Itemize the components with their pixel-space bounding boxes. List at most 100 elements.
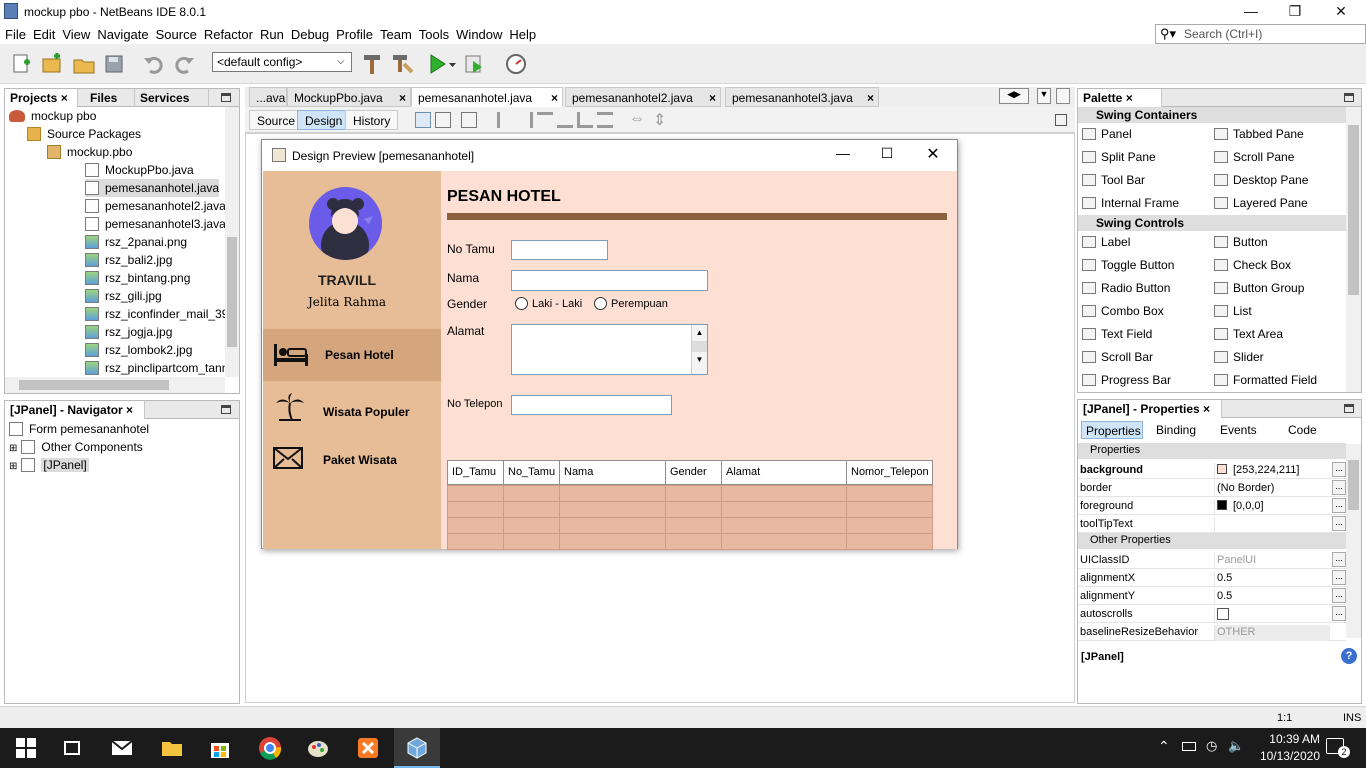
table-cell[interactable]	[447, 501, 504, 518]
tab-palette[interactable]: Palette ×	[1078, 89, 1162, 107]
connection-mode-icon[interactable]	[435, 112, 451, 128]
palette-desktop-pane-item[interactable]: Desktop Pane	[1214, 173, 1308, 187]
table-cell[interactable]	[665, 533, 722, 550]
table-cell[interactable]	[447, 485, 504, 502]
search-box[interactable]: ⚲▾ Search (Ctrl+I)	[1155, 24, 1366, 44]
tree-item[interactable]: pemesananhotel2.java	[85, 197, 226, 215]
editor-tab-active[interactable]: pemesananhotel.java ×	[411, 87, 563, 107]
expand-editor-icon[interactable]	[1055, 114, 1067, 126]
align-center-icon[interactable]	[537, 112, 553, 128]
editor-tab[interactable]: pemesananhotel2.java ×	[565, 87, 721, 107]
palette-scroll-bar-item[interactable]: Scroll Bar	[1082, 350, 1153, 364]
preview-design-icon[interactable]	[461, 112, 477, 128]
table-cell[interactable]	[447, 517, 504, 534]
source-view-button[interactable]: Source	[249, 110, 304, 130]
resize-horizontal-icon[interactable]: ⇔	[629, 110, 645, 128]
table-cell[interactable]	[665, 485, 722, 502]
battery-icon[interactable]	[1182, 742, 1196, 751]
tree-item[interactable]: rsz_lombok2.jpg	[85, 341, 192, 359]
menu-debug[interactable]: Debug	[291, 24, 329, 42]
align-right-icon[interactable]	[517, 112, 533, 128]
table-cell[interactable]	[846, 517, 933, 534]
column-header[interactable]: Gender	[665, 460, 722, 485]
property-value[interactable]	[1214, 607, 1330, 623]
minimize-panel-icon[interactable]	[1344, 93, 1354, 102]
property-value[interactable]: (No Border)	[1214, 481, 1330, 497]
expand-icon[interactable]: ⊞	[9, 461, 17, 472]
table-cell[interactable]	[447, 533, 504, 550]
menu-paket-wisata[interactable]: Paket Wisata	[263, 435, 441, 487]
property-value[interactable]: 0.5	[1214, 589, 1330, 605]
menu-view[interactable]: View	[62, 24, 90, 42]
binding-tab[interactable]: Binding	[1156, 423, 1196, 437]
palette-scrollbar[interactable]	[1346, 107, 1361, 392]
tab-projects[interactable]: Projects ×	[5, 89, 78, 107]
property-value[interactable]: [0,0,0]	[1214, 499, 1330, 515]
palette-internal-frame-item[interactable]: Internal Frame	[1082, 196, 1179, 210]
palette-button-item[interactable]: Button	[1214, 235, 1268, 249]
windows-start-icon[interactable]	[14, 736, 38, 760]
editor-tab[interactable]: pemesananhotel3.java ×	[725, 87, 879, 107]
column-header[interactable]: No_Tamu	[503, 460, 560, 485]
tab-properties-window[interactable]: [JPanel] - Properties ×	[1078, 400, 1222, 418]
tab-navigator[interactable]: [JPanel] - Navigator ×	[5, 401, 145, 419]
palette-toggle-button-item[interactable]: Toggle Button	[1082, 258, 1174, 272]
redo-icon[interactable]	[172, 52, 196, 76]
table-cell[interactable]	[846, 485, 933, 502]
property-editor-button[interactable]: ...	[1332, 606, 1346, 621]
close-button[interactable]: ✕	[1318, 0, 1364, 24]
menu-file[interactable]: File	[5, 24, 26, 42]
new-project-icon[interactable]	[40, 52, 64, 76]
close-icon[interactable]: ×	[867, 91, 874, 105]
menu-run[interactable]: Run	[260, 24, 284, 42]
minimize-panel-icon[interactable]	[221, 93, 231, 102]
close-icon[interactable]: ×	[61, 91, 68, 105]
editor-tab[interactable]: ...ava	[249, 87, 287, 107]
palette-progress-bar-item[interactable]: Progress Bar	[1082, 373, 1171, 387]
wifi-icon[interactable]: ◷	[1206, 738, 1217, 754]
align-top-icon[interactable]	[557, 112, 573, 128]
radio-laki-laki[interactable]	[515, 297, 528, 310]
scroll-tabs-left-icon[interactable]: ◀▶	[999, 88, 1029, 104]
property-editor-button[interactable]: ...	[1332, 552, 1346, 567]
column-header[interactable]: Alamat	[721, 460, 847, 485]
property-row[interactable]: toolTipText...	[1078, 515, 1346, 533]
mail-app-icon[interactable]	[110, 736, 134, 760]
menu-pesan-hotel[interactable]: Pesan Hotel	[263, 329, 441, 381]
close-icon[interactable]: ×	[1203, 402, 1210, 416]
property-row[interactable]: baselineResizeBehavior OTHER	[1078, 623, 1346, 641]
volume-icon[interactable]: 🔈	[1228, 738, 1244, 754]
property-editor-button[interactable]: ...	[1332, 570, 1346, 585]
telepon-input[interactable]	[511, 395, 672, 415]
palette-list-item[interactable]: List	[1214, 304, 1252, 318]
tree-item[interactable]: rsz_iconfinder_mail_3936	[85, 305, 225, 323]
menu-help[interactable]: Help	[509, 24, 536, 42]
tree-item[interactable]: rsz_pinclipartcom_tannin	[85, 359, 225, 377]
tree-item[interactable]: mockup.pbo	[47, 143, 132, 161]
table-cell[interactable]	[846, 501, 933, 518]
palette-combo-box-item[interactable]: Combo Box	[1082, 304, 1164, 318]
show-opened-documents-icon[interactable]: ▼	[1037, 88, 1051, 104]
editor-tab[interactable]: MockupPbo.java ×	[287, 87, 411, 107]
section-swing-controls[interactable]: Swing Controls	[1078, 215, 1346, 231]
column-header[interactable]: ID_Tamu	[447, 460, 504, 485]
property-row[interactable]: UIClassID PanelUI...	[1078, 551, 1346, 569]
palette-panel-item[interactable]: Panel	[1082, 127, 1132, 141]
minimize-button[interactable]: —	[1228, 0, 1274, 24]
save-all-icon[interactable]	[102, 52, 126, 76]
tab-services[interactable]: Services	[135, 89, 209, 107]
property-row[interactable]: border (No Border)...	[1078, 479, 1346, 497]
preview-minimize-button[interactable]: —	[828, 145, 858, 161]
task-view-icon[interactable]	[60, 736, 84, 760]
selection-mode-icon[interactable]	[415, 112, 431, 128]
table-cell[interactable]	[721, 517, 847, 534]
table-cell[interactable]	[503, 501, 560, 518]
section-properties[interactable]: Properties	[1078, 443, 1346, 459]
tray-chevron-icon[interactable]: ⌃	[1158, 738, 1170, 755]
profile-icon[interactable]	[504, 52, 528, 76]
menu-refactor[interactable]: Refactor	[204, 24, 253, 42]
tree-item[interactable]: ⊞ Other Components	[9, 438, 143, 456]
tab-files[interactable]: Files	[85, 89, 135, 107]
history-view-button[interactable]: History	[345, 110, 399, 130]
tree-item[interactable]: Form pemesananhotel	[9, 420, 149, 438]
